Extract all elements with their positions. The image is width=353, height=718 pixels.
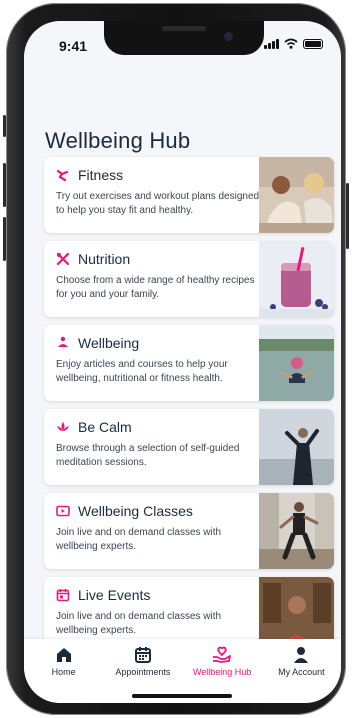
phone-frame: 9:41 Wellbeing Hub Fitness Try out exerc… [3, 3, 349, 715]
card-description: Choose from a wide range of healthy reci… [56, 275, 255, 300]
fitness-icon [56, 168, 70, 182]
power-button [346, 183, 349, 249]
card-title: Wellbeing Classes [78, 503, 193, 519]
hub-card-list: Fitness Try out exercises and workout pl… [44, 157, 334, 661]
fitness-photo [259, 157, 334, 233]
smoothie-photo [259, 241, 334, 317]
card-fitness[interactable]: Fitness Try out exercises and workout pl… [44, 157, 334, 233]
card-description: Join live and on demand classes with wel… [56, 527, 222, 552]
card-description: Browse through a selection of self-guide… [56, 443, 240, 468]
card-description: Join live and on demand classes with wel… [56, 611, 222, 636]
heart-hand-icon [213, 646, 232, 663]
front-camera [224, 32, 233, 41]
tab-label: My Account [278, 667, 325, 677]
card-wellbeing[interactable]: Wellbeing Enjoy articles and courses to … [44, 325, 334, 401]
nutrition-icon [56, 252, 70, 266]
calendar-icon [134, 647, 151, 663]
page-title: Wellbeing Hub [45, 127, 191, 153]
tab-label: Appointments [115, 667, 171, 677]
calendar-icon [56, 588, 70, 602]
swimmer-photo [259, 325, 334, 401]
home-indicator [132, 694, 232, 698]
tab-home[interactable]: Home [24, 639, 103, 703]
tab-my-account[interactable]: My Account [262, 639, 341, 703]
card-description: Try out exercises and workout plans desi… [56, 191, 260, 216]
class-instructor-photo [259, 493, 334, 569]
card-nutrition[interactable]: Nutrition Choose from a wide range of he… [44, 241, 334, 317]
wellbeing-icon [56, 336, 70, 350]
card-title: Fitness [78, 167, 124, 183]
lotus-icon [56, 420, 70, 434]
card-title: Nutrition [78, 251, 131, 267]
screen: 9:41 Wellbeing Hub Fitness Try out exerc… [24, 21, 341, 703]
status-time: 9:41 [59, 38, 88, 54]
volume-down-button [3, 217, 6, 261]
bottom-tab-bar: Home Appointments Wellbeing Hub My Accou… [24, 639, 341, 703]
card-wellbeing-classes[interactable]: Wellbeing Classes Join live and on deman… [44, 493, 334, 569]
meditation-photo [259, 409, 334, 485]
mute-switch [3, 115, 6, 137]
card-description: Enjoy articles and courses to help your … [56, 359, 228, 384]
tab-label: Wellbeing Hub [192, 667, 252, 677]
card-title: Wellbeing [78, 335, 140, 351]
tab-label: Home [51, 667, 76, 677]
wifi-icon [284, 38, 298, 49]
volume-up-button [3, 163, 6, 207]
card-be-calm[interactable]: Be Calm Browse through a selection of se… [44, 409, 334, 485]
person-icon [294, 647, 309, 663]
card-title: Live Events [78, 587, 151, 603]
battery-icon [303, 39, 323, 49]
notch [104, 21, 264, 55]
card-title: Be Calm [78, 419, 132, 435]
status-icons [264, 38, 323, 49]
speaker-grille [162, 26, 206, 31]
video-play-icon [56, 504, 70, 518]
home-icon [56, 648, 71, 662]
signal-icon [264, 38, 279, 49]
